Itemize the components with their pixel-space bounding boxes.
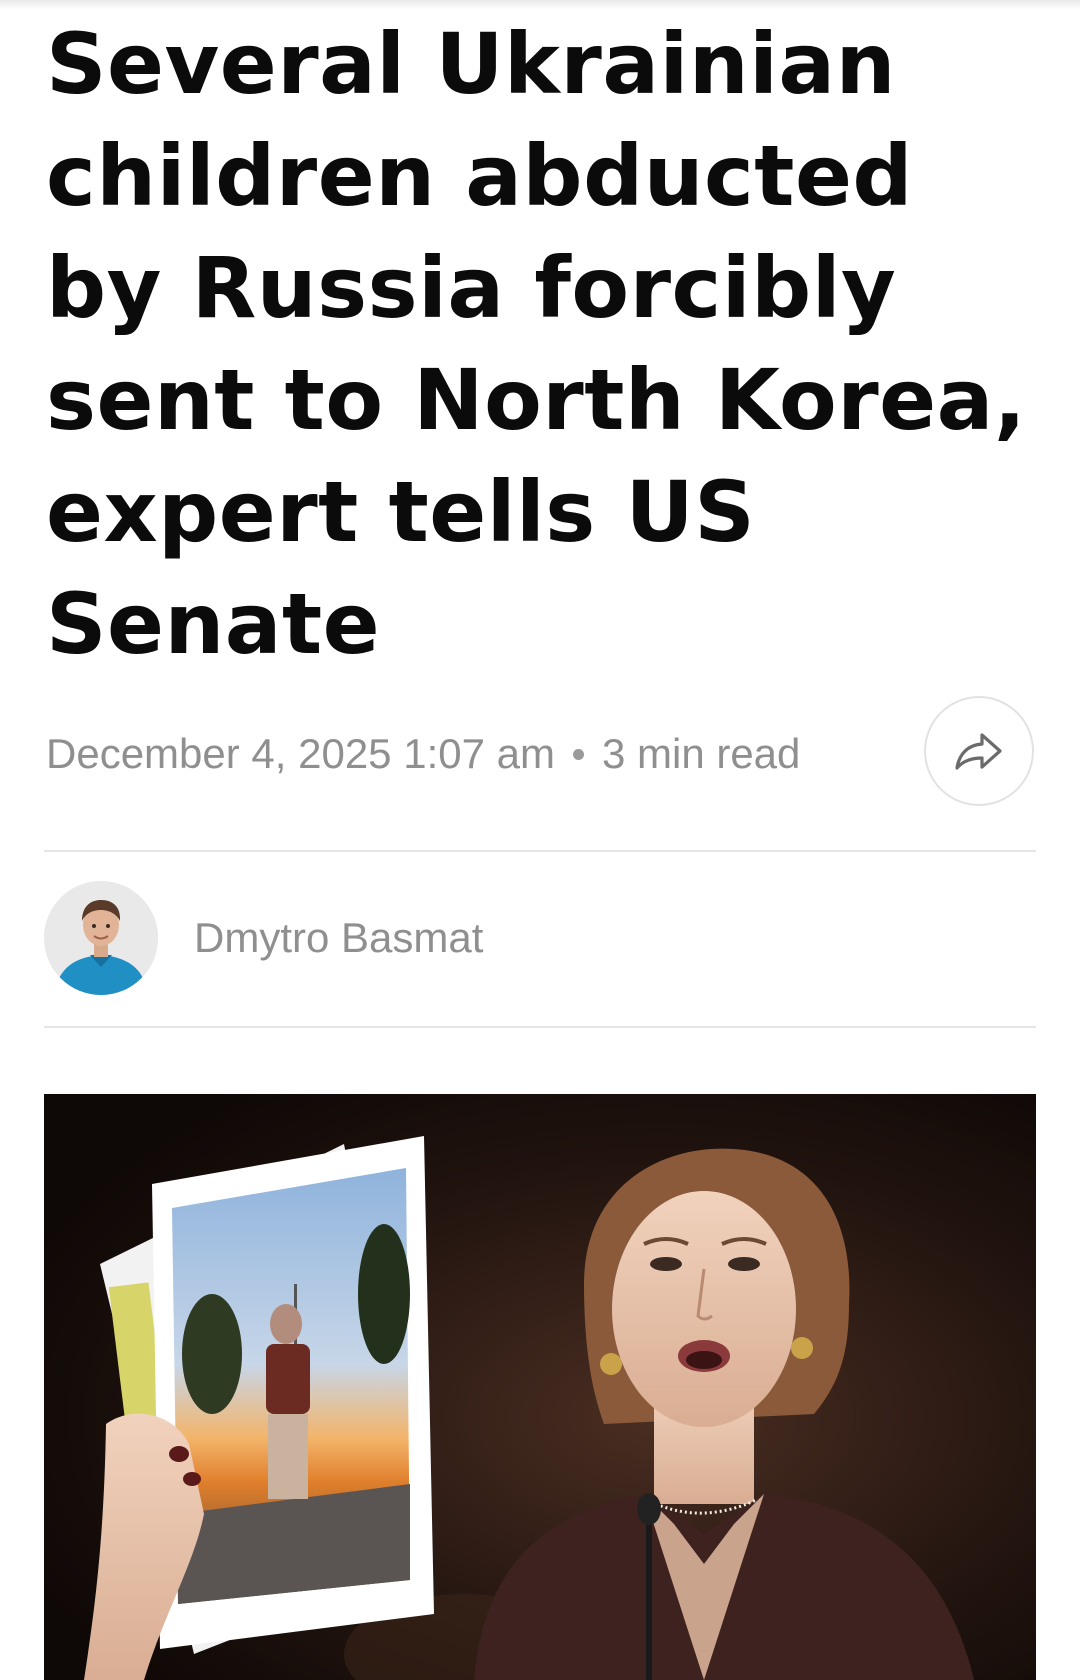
meta-separator-dot — [572, 748, 584, 760]
author-byline[interactable]: Dmytro Basmat — [44, 880, 483, 996]
author-avatar[interactable] — [44, 881, 158, 995]
author-name-link[interactable]: Dmytro Basmat — [194, 914, 483, 962]
author-divider — [44, 1026, 1036, 1028]
read-time: 3 min read — [601, 730, 801, 777]
meta-divider — [44, 850, 1036, 852]
article-headline: Several Ukrainian children abducted by R… — [46, 15, 1027, 673]
hero-photo — [44, 1094, 1036, 1680]
share-button[interactable] — [924, 696, 1034, 806]
publish-date: December 4, 2025 1:07 am — [46, 730, 555, 777]
article-meta: December 4, 2025 1:07 am 3 min read — [46, 714, 800, 794]
share-arrow-icon — [955, 733, 1002, 770]
